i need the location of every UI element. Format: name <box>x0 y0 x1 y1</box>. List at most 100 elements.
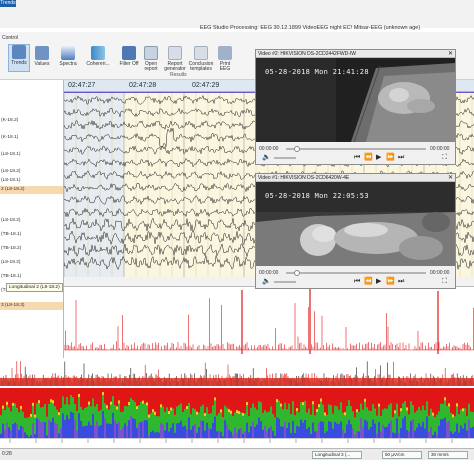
play-icon[interactable]: ▶ <box>376 278 381 286</box>
spectral-band-peak <box>378 403 380 407</box>
channel-label-highlighted[interactable]: 3 (L8-18.3) <box>1 303 24 308</box>
spectral-band-low <box>170 428 172 438</box>
channel-label[interactable]: (L8-18.1) <box>1 152 20 157</box>
coherence-button[interactable]: Coheren... <box>84 46 112 67</box>
spectral-band-low <box>106 423 108 438</box>
spectral-band-peak <box>34 414 36 418</box>
spectral-band-low <box>338 424 340 438</box>
channel-label[interactable]: (TB-18.2) <box>1 246 21 251</box>
spectral-band-low <box>346 424 348 438</box>
spectral-band-low <box>92 414 94 438</box>
video-title[interactable]: Video #2: HIKVISION DS-2CD2442FWD-IW <box>256 50 455 58</box>
fullscreen-icon[interactable]: ⛶ <box>442 278 447 286</box>
spectral-band-low <box>84 426 86 438</box>
spectral-band-low <box>188 417 190 438</box>
channel-label[interactable]: (TB-18.1) <box>1 274 21 279</box>
spectral-band-peak <box>38 400 40 404</box>
close-icon[interactable]: ✕ <box>448 174 453 182</box>
video-seek-knob[interactable] <box>294 146 300 152</box>
spectral-band-low <box>126 425 128 438</box>
video-frame[interactable]: 05-28-2018 Mon 21:41:28 <box>256 58 455 142</box>
volume-slider[interactable] <box>274 281 296 283</box>
channel-label[interactable]: (L8-18.2) <box>1 260 20 265</box>
trend-plot-upper[interactable] <box>63 288 474 358</box>
spectral-band-low <box>124 423 126 438</box>
video-window-1[interactable]: Video #1: HIKVISION DS-2CD6420W-4E ✕ 05-… <box>255 173 456 289</box>
video-time-start: 00:00:00 <box>259 146 279 152</box>
spectral-band-low <box>368 429 370 438</box>
video-frame[interactable]: 05-28-2018 Mon 22:05:53 <box>256 182 455 266</box>
spectral-band-peak <box>52 400 54 404</box>
volume-slider[interactable] <box>274 157 296 159</box>
spectral-band-low <box>372 419 374 438</box>
spectral-band-peak <box>170 407 172 411</box>
spectral-band-low <box>270 426 272 438</box>
spectra-button[interactable]: Spectra <box>57 46 79 67</box>
montage-select[interactable]: Longitudinal 3 (... <box>312 451 362 459</box>
trend-activity <box>0 361 474 386</box>
spectral-band-peak <box>364 398 366 402</box>
spectral-trend[interactable] <box>0 388 474 438</box>
spectral-band-peak <box>276 399 278 403</box>
video-window-2[interactable]: Video #2: HIKVISION DS-2CD2442FWD-IW ✕ 0… <box>255 49 456 165</box>
video-seek-bar[interactable] <box>286 148 426 150</box>
spectral-band-peak <box>444 397 446 401</box>
spectral-band-low <box>168 431 170 438</box>
skip-forward-icon[interactable]: ⏭ <box>398 278 404 286</box>
spectral-band-peak <box>246 402 248 406</box>
step-back-icon[interactable]: ⏪ <box>364 278 373 286</box>
volume-icon[interactable]: 🔈 <box>262 278 271 286</box>
skip-forward-icon[interactable]: ⏭ <box>398 154 404 162</box>
spectral-band-peak <box>394 410 396 414</box>
skip-back-icon[interactable]: ⏮ <box>354 154 360 162</box>
channel-label[interactable]: (L8-18.2) <box>1 218 20 223</box>
channel-label[interactable]: (K-18.2) <box>1 118 18 123</box>
spectral-band-low <box>466 430 468 438</box>
play-icon[interactable]: ▶ <box>376 154 381 162</box>
channel-label[interactable]: (TB-18.1) <box>1 232 21 237</box>
spectral-band-low <box>318 422 320 438</box>
channel-label[interactable]: (L8-18.2) <box>1 169 20 174</box>
filter-off-button[interactable]: Filter Off <box>118 46 140 67</box>
channel-label[interactable]: (K-18.1) <box>1 135 18 140</box>
print-eeg-button[interactable]: Print EEG <box>214 46 236 72</box>
step-forward-icon[interactable]: ⏩ <box>386 154 395 162</box>
spectral-band-low <box>216 431 218 438</box>
video-seek-knob[interactable] <box>294 270 300 276</box>
open-report-button[interactable]: Open report <box>140 46 162 72</box>
step-back-icon[interactable]: ⏪ <box>364 154 373 162</box>
spectral-band-low <box>104 418 106 438</box>
conclusion-templates-button[interactable]: Conclusion templates <box>188 46 214 72</box>
spectral-band-low <box>328 421 330 438</box>
spectral-band-low <box>400 428 402 438</box>
report-generator-button[interactable]: Report generator <box>162 46 188 72</box>
skip-back-icon[interactable]: ⏮ <box>354 278 360 286</box>
spectral-band-low <box>424 428 426 438</box>
trend-plot-middle[interactable] <box>0 358 474 388</box>
volume-icon[interactable]: 🔈 <box>262 154 271 162</box>
spectral-band-low <box>72 412 74 438</box>
channel-label[interactable]: 2 (L8-18.2) <box>1 187 24 192</box>
spectral-band-low <box>132 418 134 438</box>
spectral-band-peak <box>456 403 458 407</box>
step-forward-icon[interactable]: ⏩ <box>386 278 395 286</box>
spectral-band-peak <box>432 412 434 416</box>
values-button[interactable]: Values <box>31 46 53 67</box>
sensitivity-select[interactable]: 50 µV/cm <box>382 451 422 459</box>
speed-select[interactable]: 30 mm/s <box>428 451 468 459</box>
channel-panel: (K-18.2) (K-18.1) (L8-18.1) (L8-18.2) (L… <box>0 80 64 429</box>
channel-label[interactable]: (L8-18.1) <box>1 178 20 183</box>
fullscreen-icon[interactable]: ⛶ <box>442 154 447 162</box>
spectral-band-peak <box>160 404 162 408</box>
spectral-band-low <box>312 422 314 438</box>
trends-button[interactable]: Trends <box>8 44 30 72</box>
video-title[interactable]: Video #1: HIKVISION DS-2CD6420W-4E <box>256 174 455 182</box>
spectral-band-low <box>448 420 450 438</box>
spectral-band-low <box>224 420 226 438</box>
tab-trends[interactable]: Trends <box>0 0 16 7</box>
spectral-band-peak <box>32 402 34 406</box>
spectral-band-peak <box>280 403 282 407</box>
video-seek-bar[interactable] <box>286 272 426 274</box>
close-icon[interactable]: ✕ <box>448 50 453 58</box>
spectral-band-peak <box>448 403 450 407</box>
